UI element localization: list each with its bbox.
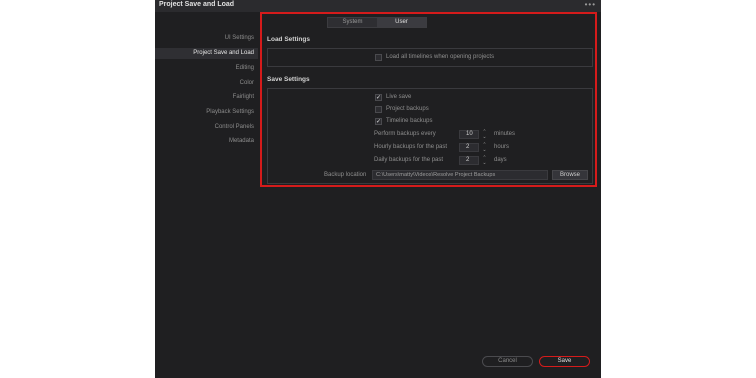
sidebar-item-ui-settings[interactable]: UI Settings bbox=[225, 33, 254, 44]
sidebar-item-project-save-and-load[interactable]: Project Save and Load bbox=[155, 48, 258, 59]
sidebar-item-fairlight[interactable]: Fairlight bbox=[233, 92, 254, 103]
sidebar-item-color[interactable]: Color bbox=[240, 78, 254, 89]
tab-user[interactable]: User bbox=[377, 18, 426, 27]
load-settings-box: Load all timelines when opening projects bbox=[267, 48, 593, 67]
perform-backups-unit: minutes bbox=[494, 131, 516, 137]
perform-backups-label: Perform backups every bbox=[374, 131, 436, 137]
hourly-backups-unit: hours bbox=[494, 144, 510, 150]
title-bar: Project Save and Load ••• bbox=[155, 0, 601, 12]
cancel-button[interactable]: Cancel bbox=[482, 356, 533, 367]
save-button[interactable]: Save bbox=[539, 356, 590, 367]
sidebar-item-control-panels[interactable]: Control Panels bbox=[215, 122, 254, 133]
more-dots-icon[interactable]: ••• bbox=[585, 0, 596, 10]
preferences-window: Project Save and Load ••• UI Settings Pr… bbox=[155, 0, 601, 378]
window-title: Project Save and Load bbox=[159, 1, 235, 8]
save-settings-box: ✓ Live save Project backups ✓ Timeline b… bbox=[267, 88, 593, 184]
hourly-backups-input[interactable]: 2 bbox=[459, 143, 479, 152]
daily-backups-label: Daily backups for the past bbox=[374, 157, 444, 163]
project-backups-checkbox[interactable] bbox=[375, 106, 382, 113]
load-all-timelines-checkbox[interactable] bbox=[375, 54, 382, 61]
daily-backups-stepper-icon[interactable]: ⌃ ⌄ bbox=[481, 156, 488, 166]
browse-button[interactable]: Browse bbox=[552, 170, 588, 180]
load-settings-heading: Load Settings bbox=[267, 36, 310, 43]
backup-location-label: Backup location bbox=[324, 172, 367, 178]
system-user-tabs: System User bbox=[327, 17, 427, 28]
save-settings-heading: Save Settings bbox=[267, 76, 310, 83]
sidebar-item-metadata[interactable]: Metadata bbox=[229, 136, 254, 147]
hourly-backups-label: Hourly backups for the past bbox=[374, 144, 448, 150]
perform-backups-input[interactable]: 10 bbox=[459, 130, 479, 139]
hourly-backups-stepper-icon[interactable]: ⌃ ⌄ bbox=[481, 143, 488, 153]
timeline-backups-checkbox[interactable]: ✓ bbox=[375, 118, 382, 125]
perform-backups-stepper-icon[interactable]: ⌃ ⌄ bbox=[481, 130, 488, 140]
project-backups-label: Project backups bbox=[386, 106, 429, 112]
daily-backups-unit: days bbox=[494, 157, 507, 163]
tab-system[interactable]: System bbox=[328, 18, 377, 27]
load-all-timelines-label: Load all timelines when opening projects bbox=[386, 54, 495, 60]
daily-backups-input[interactable]: 2 bbox=[459, 156, 479, 165]
timeline-backups-label: Timeline backups bbox=[386, 118, 433, 124]
sidebar-item-editing[interactable]: Editing bbox=[236, 63, 254, 74]
live-save-label: Live save bbox=[386, 94, 412, 100]
backup-location-field[interactable]: C:\Users\matty\Videos\Resolve Project Ba… bbox=[372, 170, 548, 180]
live-save-checkbox[interactable]: ✓ bbox=[375, 94, 382, 101]
sidebar-item-playback-settings[interactable]: Playback Settings bbox=[206, 107, 254, 118]
